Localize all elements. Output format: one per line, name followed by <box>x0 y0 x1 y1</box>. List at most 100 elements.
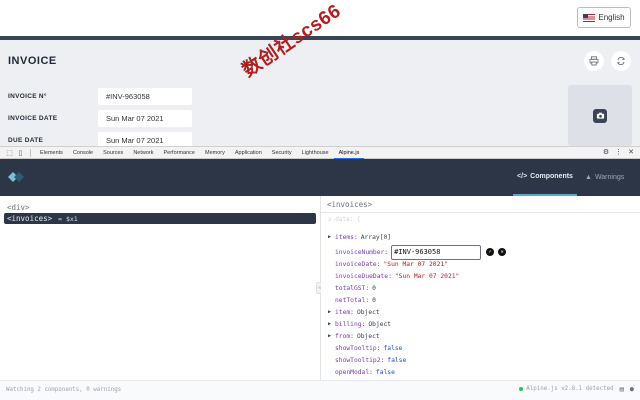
prop-colon: : <box>350 308 354 316</box>
status-summary: Watching 2 components, 0 warnings <box>6 387 122 393</box>
prop-key: openModal <box>335 368 370 376</box>
prop-items[interactable]: ▶ items : Array[0] <box>328 232 391 242</box>
tree-node-ref: = $x1 <box>58 214 78 223</box>
expand-arrow-icon[interactable]: ▶ <box>328 333 335 339</box>
cancel-icon[interactable]: ✕ <box>498 248 507 256</box>
invoice-header: INVOICE INVOICE N° #INV-963058 INVOICE D… <box>0 40 640 149</box>
code-icon: </> <box>517 173 528 180</box>
due-date-label: DUE DATE <box>8 136 44 144</box>
x-data-label: x-data: { <box>328 216 361 223</box>
language-button[interactable]: English <box>577 7 631 28</box>
tab-memory[interactable]: Memory <box>200 147 230 159</box>
components-tab[interactable]: </> Components <box>513 159 577 196</box>
gear-icon[interactable]: ⚙ <box>603 148 609 156</box>
prop-value: Object <box>368 320 392 328</box>
github-icon[interactable]: ● <box>630 385 634 393</box>
more-options-icon[interactable]: ⋮ <box>615 148 622 156</box>
document-icon[interactable]: ▤ <box>620 385 624 393</box>
prop-invoice-due-date[interactable]: invoiceDueDate : "Sun Mar 07 2021" <box>328 271 459 281</box>
device-toolbar-icon[interactable]: ▯ <box>15 147 26 158</box>
prop-colon: : <box>365 296 370 304</box>
prop-colon: : <box>376 260 381 268</box>
tab-console[interactable]: Console <box>68 147 98 159</box>
warnings-tab[interactable]: ▲ Warnings <box>585 159 624 196</box>
print-button[interactable] <box>584 51 604 71</box>
prop-value: "Sun Mar 07 2021" <box>383 260 448 268</box>
prop-key: invoiceNumber <box>335 248 385 256</box>
alpine-logo-icon <box>8 172 24 182</box>
invoice-date-input[interactable]: Sun Mar 07 2021 <box>98 109 192 127</box>
prop-value: false <box>383 344 403 352</box>
tab-lighthouse[interactable]: Lighthouse <box>297 147 334 159</box>
invoice-title: INVOICE <box>8 55 57 67</box>
version-label: Alpine.js v2.8.1 detected <box>526 386 614 392</box>
invoice-number-input[interactable]: #INV-963058 <box>98 87 192 105</box>
prop-colon: : <box>365 284 370 292</box>
expand-arrow-icon[interactable]: ▶ <box>328 234 335 240</box>
tab-sources[interactable]: Sources <box>98 147 128 159</box>
tree-node-div[interactable]: <div> <box>7 203 30 212</box>
prop-invoice-number: invoiceNumber : #INV-963058 ✓ ✕ <box>328 244 507 260</box>
close-icon[interactable]: ✕ <box>628 148 634 156</box>
prop-colon: : <box>376 344 381 352</box>
status-bar: Watching 2 components, 0 warnings Alpine… <box>0 380 640 400</box>
tab-security[interactable]: Security <box>267 147 297 159</box>
language-label: English <box>598 13 625 22</box>
camera-icon <box>593 108 607 123</box>
invoice-number-label: INVOICE N° <box>8 92 47 100</box>
check-icon[interactable]: ✓ <box>486 248 495 256</box>
alpine-devtools-header: </> Components ▲ Warnings <box>0 159 640 196</box>
prop-value: false <box>375 368 395 376</box>
prop-invoice-date[interactable]: invoiceDate : "Sun Mar 07 2021" <box>328 259 448 269</box>
tab-network[interactable]: Network <box>128 147 158 159</box>
tab-application[interactable]: Application <box>230 147 267 159</box>
prop-key: showTooltip <box>335 344 377 352</box>
prop-value: Array[0] <box>360 233 392 241</box>
prop-net-total[interactable]: netTotal : 0 <box>328 295 376 305</box>
prop-value: Object <box>356 308 380 316</box>
prop-show-tooltip2[interactable]: showTooltip2 : false <box>328 355 406 365</box>
inspect-element-icon[interactable]: ⬚ <box>4 147 15 158</box>
prop-key: items <box>335 233 354 241</box>
refresh-icon <box>617 57 625 65</box>
component-tree-panel: <div> <invoices> = $x1 <box>0 196 320 380</box>
prop-show-tooltip[interactable]: showTooltip : false <box>328 343 402 353</box>
tab-performance[interactable]: Performance <box>158 147 200 159</box>
refresh-button[interactable] <box>611 51 631 71</box>
component-detail-panel: <invoices> x-data: { ▶ items : Array[0] … <box>321 196 640 380</box>
prop-key: netTotal <box>335 296 366 304</box>
prop-open-modal[interactable]: openModal : false <box>328 367 395 377</box>
prop-colon: : <box>369 368 373 376</box>
selected-component-name: <invoices> <box>321 196 640 213</box>
prop-colon: : <box>361 320 366 328</box>
status-dot-icon <box>519 387 524 391</box>
expand-arrow-icon[interactable]: ▶ <box>328 321 335 327</box>
invoice-number-row: INVOICE N° #INV-963058 <box>8 87 198 105</box>
prop-key: showTooltip2 <box>335 356 381 364</box>
prop-value: Object <box>356 332 380 340</box>
prop-billing[interactable]: ▶ billing : Object <box>328 319 391 329</box>
prop-key: item <box>335 308 351 316</box>
tree-node-invoices-label: <invoices> <box>7 214 53 223</box>
expand-arrow-icon[interactable]: ▶ <box>328 309 335 315</box>
prop-value: 0 <box>372 284 376 292</box>
tab-alpinejs[interactable]: Alpine.js <box>333 147 365 159</box>
tree-node-invoices-selected[interactable]: <invoices> = $x1 <box>4 213 316 224</box>
warning-triangle-icon: ▲ <box>585 174 592 181</box>
toolbar-separator <box>30 148 31 157</box>
prop-key: from <box>335 332 351 340</box>
invoice-date-row: INVOICE DATE Sun Mar 07 2021 <box>8 109 198 127</box>
us-flag-icon <box>583 13 596 22</box>
prop-item[interactable]: ▶ item : Object <box>328 307 380 317</box>
logo-upload-box[interactable] <box>568 85 632 146</box>
printer-icon <box>589 56 599 66</box>
prop-from[interactable]: ▶ from : Object <box>328 331 380 341</box>
prop-total-gst[interactable]: totalGST : 0 <box>328 283 376 293</box>
devtools-controls: ⚙ ⋮ ✕ <box>603 148 634 156</box>
prop-edit-input[interactable]: #INV-963058 <box>391 244 482 260</box>
prop-key: invoiceDate <box>335 260 377 268</box>
prop-colon: : <box>388 272 392 280</box>
tab-elements[interactable]: Elements <box>35 147 68 159</box>
prop-colon: : <box>384 248 389 256</box>
invoice-date-label: INVOICE DATE <box>8 114 58 122</box>
